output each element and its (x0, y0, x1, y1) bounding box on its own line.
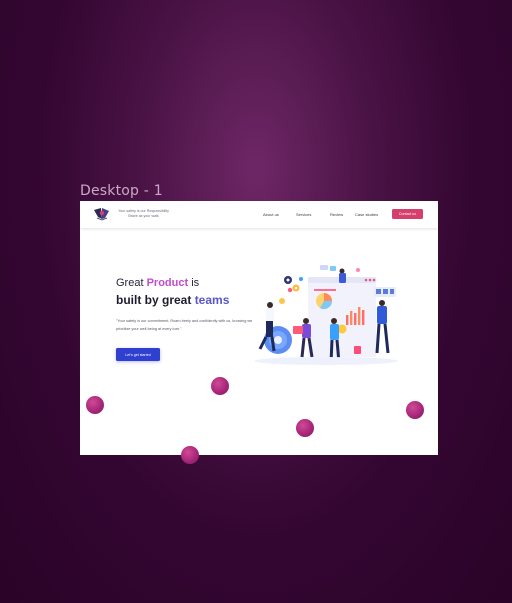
contact-us-button[interactable]: Contact us (392, 209, 423, 219)
hero-title-prefix: Great (116, 277, 147, 289)
hero-title-line-1: Great Product is (116, 277, 199, 289)
header-tagline: Your safety is our Responsibility Brave … (115, 209, 172, 220)
header-nav: Your safety is our Responsibility Brave … (80, 201, 438, 228)
hero-title-accent-teams: teams (194, 293, 230, 307)
nav-about-us[interactable]: About us (263, 212, 279, 217)
hero-title2-prefix: built by great (116, 293, 195, 307)
frame-label: Desktop - 1 (80, 183, 163, 199)
decorative-sphere (181, 446, 199, 464)
decorative-sphere (296, 419, 314, 437)
hero-title-line-2: built by great teams (116, 293, 229, 307)
nav-case-studies[interactable]: Case studies (355, 212, 378, 217)
decorative-sphere (211, 377, 229, 395)
hero-title-accent-product: Product (146, 277, 189, 289)
tagline-line-2: Brave as your walk (128, 214, 159, 219)
team-illustration (254, 265, 398, 365)
hero-title-suffix: is (188, 277, 200, 289)
nav-review[interactable]: Review (330, 212, 343, 217)
decorative-sphere (406, 401, 424, 419)
get-started-button[interactable]: Let's get started (116, 348, 160, 361)
hero-description: "Your safety is our commitment. Roam fre… (116, 319, 253, 331)
decorative-sphere (86, 396, 104, 414)
desktop-frame: Your safety is our Responsibility Brave … (80, 201, 438, 455)
logo-icon[interactable] (92, 207, 112, 221)
nav-services[interactable]: Services (296, 212, 311, 217)
